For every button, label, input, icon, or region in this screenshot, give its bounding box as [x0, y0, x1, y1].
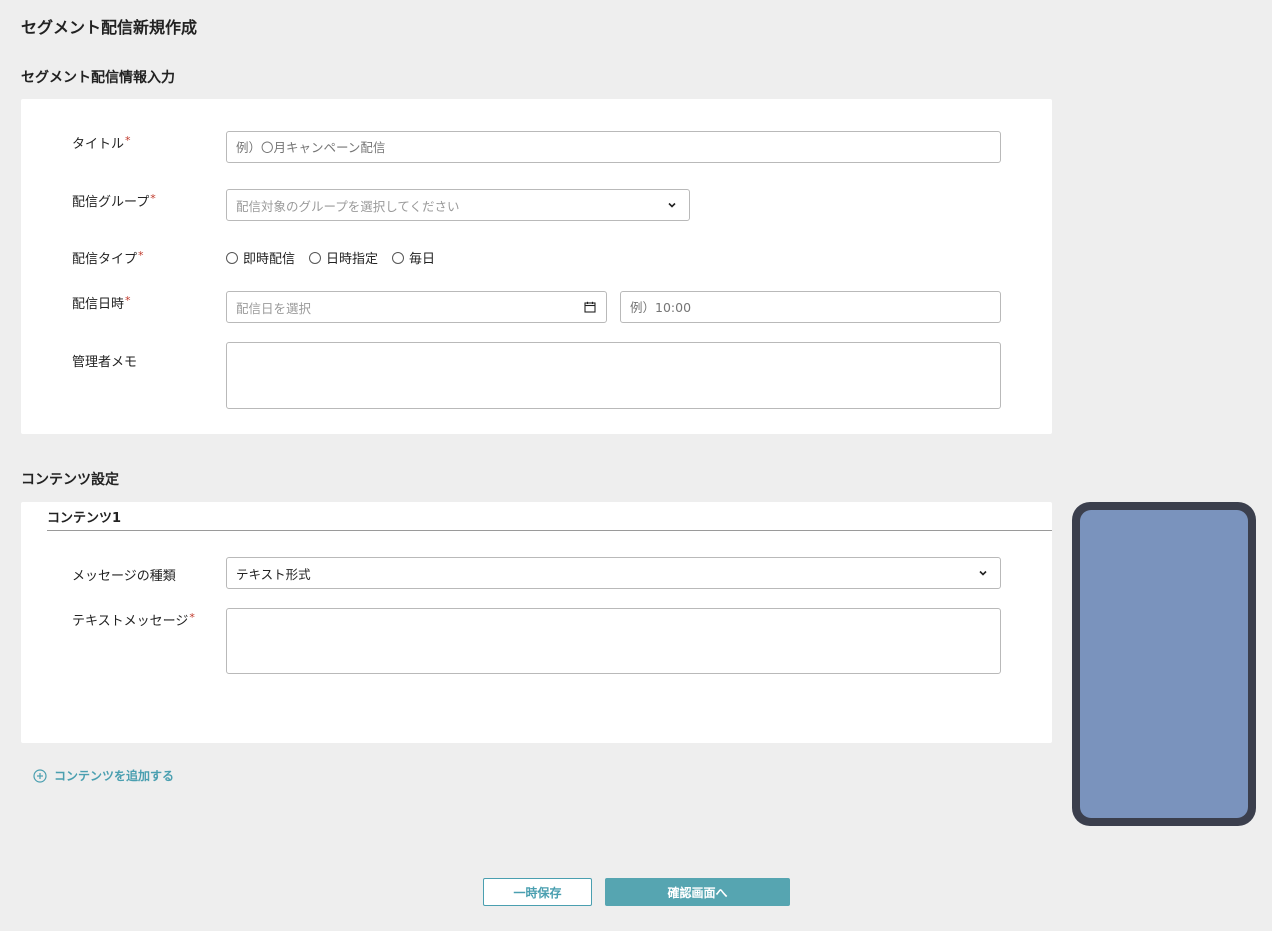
- chevron-down-icon: [979, 570, 987, 576]
- divider: [47, 530, 1052, 531]
- date-placeholder: 配信日を選択: [236, 300, 312, 316]
- radio-label: 毎日: [409, 252, 436, 267]
- message-type-label: メッセージの種類: [72, 569, 176, 584]
- content1-title: コンテンツ1: [47, 511, 122, 526]
- radio-immediate[interactable]: 即時配信: [226, 248, 295, 267]
- text-message-textarea[interactable]: [226, 608, 1001, 674]
- type-label: 配信タイプ*: [72, 249, 144, 267]
- message-type-select[interactable]: テキスト形式: [226, 557, 1001, 589]
- group-select[interactable]: 配信対象のグループを選択してください: [226, 189, 690, 221]
- confirm-button[interactable]: 確認画面へ: [605, 878, 790, 906]
- text-message-label: テキストメッセージ*: [72, 611, 195, 629]
- radio-circle[interactable]: [392, 251, 405, 264]
- add-content-label: コンテンツを追加する: [54, 769, 175, 783]
- phone-screen: [1080, 510, 1248, 818]
- group-select-placeholder: 配信対象のグループを選択してください: [236, 198, 460, 214]
- title-input[interactable]: [226, 131, 1001, 163]
- save-draft-button[interactable]: 一時保存: [483, 878, 592, 906]
- radio-circle[interactable]: [226, 251, 238, 264]
- radio-daily[interactable]: 毎日: [392, 248, 435, 267]
- radio-label: 即時配信: [243, 252, 296, 267]
- plus-circle-icon: [33, 768, 47, 783]
- radio-circle[interactable]: [309, 251, 322, 264]
- group-label: 配信グループ*: [72, 192, 156, 210]
- date-picker[interactable]: 配信日を選択: [226, 291, 607, 323]
- memo-textarea[interactable]: [226, 342, 1001, 409]
- page-title: セグメント配信新規作成: [21, 18, 198, 37]
- add-content-link[interactable]: コンテンツを追加する: [33, 767, 174, 784]
- time-input[interactable]: [620, 291, 1001, 323]
- content-section-heading: コンテンツ設定: [21, 472, 119, 488]
- phone-preview: [1072, 502, 1256, 826]
- radio-scheduled[interactable]: 日時指定: [309, 248, 378, 267]
- chevron-down-icon: [668, 202, 676, 208]
- radio-label: 日時指定: [326, 252, 379, 267]
- calendar-icon[interactable]: [584, 301, 596, 313]
- message-type-value: テキスト形式: [236, 566, 311, 582]
- datetime-label: 配信日時*: [72, 294, 131, 312]
- delivery-type-radio-group: 即時配信 日時指定 毎日: [226, 248, 449, 267]
- title-label: タイトル*: [72, 134, 131, 152]
- info-section-heading: セグメント配信情報入力: [21, 70, 175, 86]
- memo-label: 管理者メモ: [72, 355, 138, 370]
